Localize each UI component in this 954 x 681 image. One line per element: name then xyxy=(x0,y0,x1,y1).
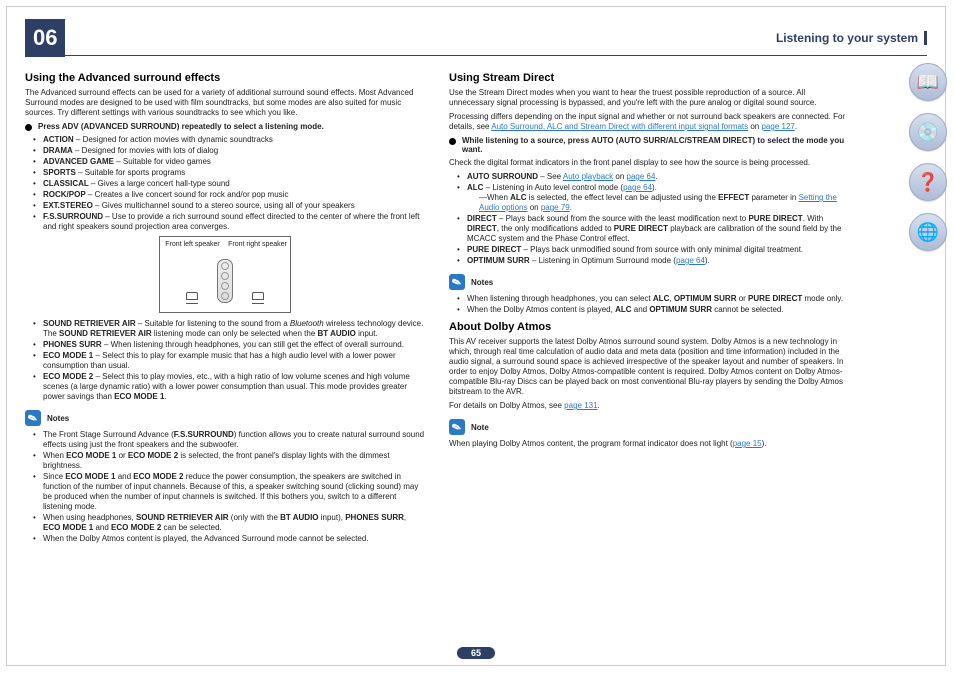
bullet-icon xyxy=(25,124,32,131)
remote-icon xyxy=(217,259,233,303)
notes-label: Notes xyxy=(471,278,493,287)
sidebar-icons: 📖 💿 ❓ 🌐 xyxy=(909,63,947,251)
mode-list: ACTION – Designed for action movies with… xyxy=(25,135,425,232)
list-item: PHONES SURR – When listening through hea… xyxy=(37,340,425,350)
speaker-icon xyxy=(186,292,198,306)
section-heading: Using the Advanced surround effects xyxy=(25,72,425,84)
page-header: 06 Listening to your system xyxy=(25,21,927,56)
page-link[interactable]: page 131 xyxy=(564,401,597,410)
link[interactable]: Auto Surround, ALC and Stream Direct wit… xyxy=(491,122,748,131)
page-link[interactable]: page 127 xyxy=(761,122,794,131)
note-icon: ✎ xyxy=(449,274,465,290)
fig-label-right: Front right speaker xyxy=(225,241,290,248)
section-heading: About Dolby Atmos xyxy=(449,321,849,333)
list-item: DRAMA – Designed for movies with lots of… xyxy=(37,146,425,156)
list-item: CLASSICAL – Gives a large concert hall-t… xyxy=(37,179,425,189)
list-item: SPORTS – Suitable for sports programs xyxy=(37,168,425,178)
page-link[interactable]: page 64 xyxy=(627,172,656,181)
list-item: SOUND RETRIEVER AIR – Suitable for liste… xyxy=(37,319,425,339)
list-item: When the Dolby Atmos content is played, … xyxy=(37,534,425,544)
list-item: F.S.SURROUND – Use to provide a rich sur… xyxy=(37,212,425,232)
notes-list: When listening through headphones, you c… xyxy=(449,294,849,315)
list-item: DIRECT – Plays back sound from the sourc… xyxy=(461,214,849,244)
list-item: ADVANCED GAME – Suitable for video games xyxy=(37,157,425,167)
list-item: ECO MODE 2 – Select this to play movies,… xyxy=(37,372,425,402)
list-item: PURE DIRECT – Plays back unmodified soun… xyxy=(461,245,849,255)
atmos-text-2: For details on Dolby Atmos, see page 131… xyxy=(449,401,849,411)
note-heading: ✎ Note xyxy=(449,419,849,435)
header-title: Listening to your system xyxy=(776,31,927,45)
atmos-note: When playing Dolby Atmos content, the pr… xyxy=(449,439,849,449)
instruction-text: While listening to a source, press AUTO … xyxy=(462,136,849,154)
list-item: When using headphones, SOUND RETRIEVER A… xyxy=(37,513,425,533)
disc-icon[interactable]: 💿 xyxy=(909,113,947,151)
network-icon[interactable]: 🌐 xyxy=(909,213,947,251)
link[interactable]: Auto playback xyxy=(563,172,613,181)
instruction: While listening to a source, press AUTO … xyxy=(449,136,849,154)
instruction-text: Press ADV (ADVANCED SURROUND) repeatedly… xyxy=(38,122,324,131)
help-icon[interactable]: ❓ xyxy=(909,163,947,201)
right-column: Using Stream Direct Use the Stream Direc… xyxy=(449,66,849,548)
note-icon: ✎ xyxy=(449,419,465,435)
page-number: 65 xyxy=(457,647,495,659)
list-item: AUTO SURROUND – See Auto playback on pag… xyxy=(461,172,849,182)
speaker-icon xyxy=(252,292,264,306)
list-item: EXT.STEREO – Gives multichannel sound to… xyxy=(37,201,425,211)
bullet-icon xyxy=(449,138,456,145)
intro-text-2: Processing differs depending on the inpu… xyxy=(449,112,849,132)
list-item: ECO MODE 1 – Select this to play for exa… xyxy=(37,351,425,371)
mode-list: AUTO SURROUND – See Auto playback on pag… xyxy=(449,172,849,266)
section-heading: Using Stream Direct xyxy=(449,72,849,84)
notes-list: The Front Stage Surround Advance (F.S.SU… xyxy=(25,430,425,544)
list-item: OPTIMUM SURR – Listening in Optimum Surr… xyxy=(461,256,849,266)
note-icon: ✎ xyxy=(25,410,41,426)
fig-label-left: Front left speaker xyxy=(160,241,225,248)
page-link[interactable]: page 64 xyxy=(623,183,652,192)
list-item: Since ECO MODE 1 and ECO MODE 2 reduce t… xyxy=(37,472,425,512)
intro-text: The Advanced surround effects can be use… xyxy=(25,88,425,118)
content-columns: Using the Advanced surround effects The … xyxy=(25,66,927,548)
notes-heading: ✎ Notes xyxy=(449,274,849,290)
instruction: Press ADV (ADVANCED SURROUND) repeatedly… xyxy=(25,122,425,131)
list-item: ROCK/POP – Creates a live concert sound … xyxy=(37,190,425,200)
list-item: ACTION – Designed for action movies with… xyxy=(37,135,425,145)
atmos-text: This AV receiver supports the latest Dol… xyxy=(449,337,849,397)
page-link[interactable]: page 64 xyxy=(676,256,705,265)
intro-text: Use the Stream Direct modes when you wan… xyxy=(449,88,849,108)
book-icon[interactable]: 📖 xyxy=(909,63,947,101)
note-label: Note xyxy=(471,423,489,432)
notes-heading: ✎ Notes xyxy=(25,410,425,426)
sub-note: —When ALC is selected, the effect level … xyxy=(479,193,849,213)
page: 06 Listening to your system Using the Ad… xyxy=(6,6,946,666)
speaker-figure: Front left speaker Front right speaker xyxy=(159,236,291,313)
list-item: The Front Stage Surround Advance (F.S.SU… xyxy=(37,430,425,450)
left-column: Using the Advanced surround effects The … xyxy=(25,66,425,548)
page-link[interactable]: page 15 xyxy=(733,439,762,448)
chapter-badge: 06 xyxy=(25,19,65,57)
check-text: Check the digital format indicators in t… xyxy=(449,158,849,168)
list-item: When the Dolby Atmos content is played, … xyxy=(461,305,849,315)
list-item: When listening through headphones, you c… xyxy=(461,294,849,304)
mode-list-2: SOUND RETRIEVER AIR – Suitable for liste… xyxy=(25,319,425,402)
page-link[interactable]: page 79 xyxy=(541,203,570,212)
notes-label: Notes xyxy=(47,414,69,423)
list-item: When ECO MODE 1 or ECO MODE 2 is selecte… xyxy=(37,451,425,471)
list-item: ALC – Listening in Auto level control mo… xyxy=(461,183,849,213)
